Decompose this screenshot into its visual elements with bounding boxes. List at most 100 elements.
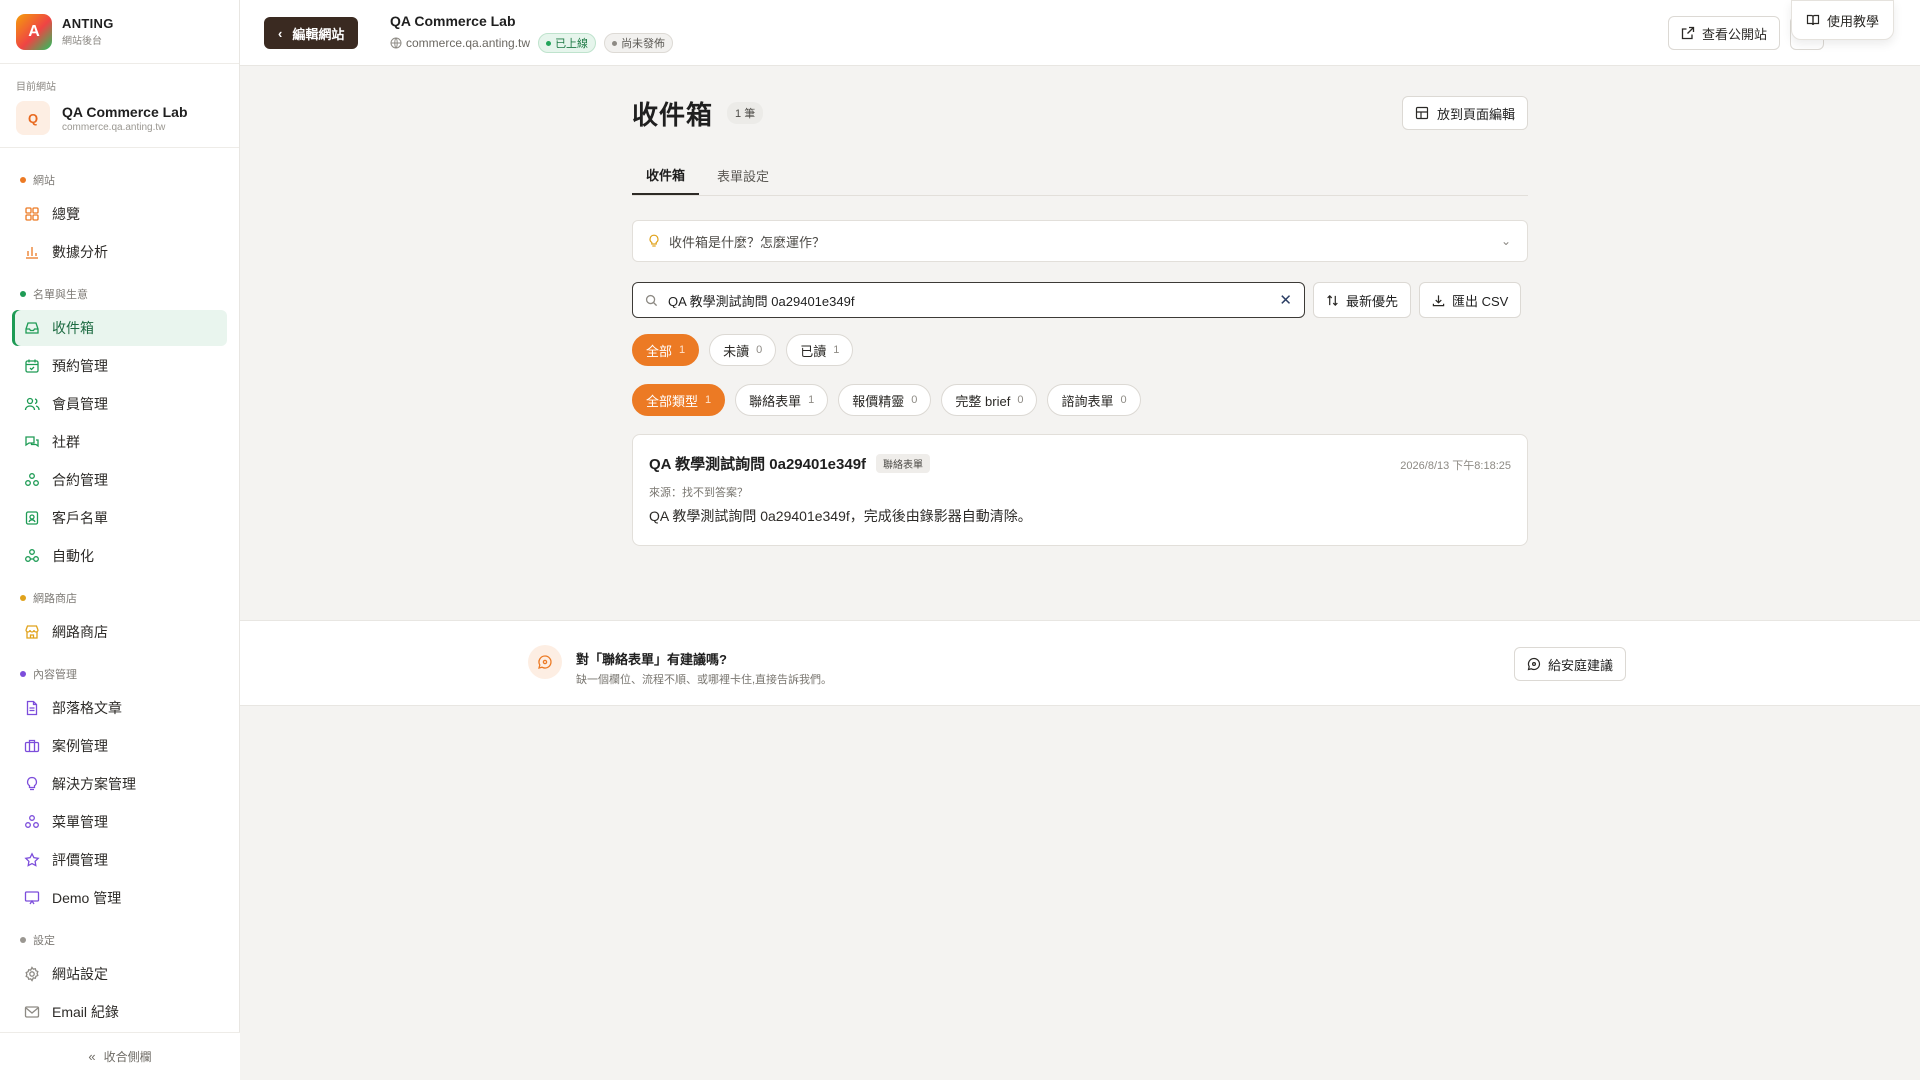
- briefcase-icon: [24, 738, 40, 754]
- filter-chip-unread[interactable]: 未讀 0: [709, 334, 777, 366]
- sidebar-item-label: 網站設定: [52, 966, 108, 982]
- collapse-sidebar-button[interactable]: « 收合側欄: [0, 1032, 240, 1080]
- type-chip-full-brief[interactable]: 完整 brief 0: [941, 384, 1038, 416]
- sidebar-item-label: 會員管理: [52, 396, 108, 412]
- nodes-icon: [24, 472, 40, 488]
- star-icon: [24, 852, 40, 868]
- filter-chip-read[interactable]: 已讀 1: [786, 334, 854, 366]
- current-site-domain: commerce.qa.anting.tw: [62, 121, 166, 133]
- sidebar-item-bookings[interactable]: 預約管理: [12, 348, 227, 384]
- sidebar-item-label: 解決方案管理: [52, 776, 136, 792]
- sidebar-item-blog[interactable]: 部落格文章: [12, 690, 227, 726]
- filter-chip-all[interactable]: 全部 1: [632, 334, 700, 366]
- users-icon: [24, 396, 40, 412]
- status-badge-live: 已上線: [538, 33, 597, 53]
- type-chip-consult-form[interactable]: 諮詢表單 0: [1047, 384, 1141, 416]
- sidebar-item-community[interactable]: 社群: [12, 424, 227, 460]
- export-csv-button[interactable]: 匯出 CSV: [1419, 282, 1522, 318]
- chevron-left-icon: ‹: [278, 25, 283, 41]
- sidebar-item-cases[interactable]: 案例管理: [12, 728, 227, 764]
- sidebar-item-automation[interactable]: 自動化: [12, 538, 227, 574]
- sidebar-item-label: 總覽: [52, 206, 80, 222]
- chat-icon: [24, 434, 40, 450]
- sidebar-item-label: 收件箱: [52, 320, 94, 336]
- search-input[interactable]: [668, 292, 1228, 308]
- external-link-icon: [1681, 26, 1695, 40]
- bar-chart-icon: [24, 244, 40, 260]
- nav-group-leads: 名單與生意: [0, 276, 239, 308]
- brand[interactable]: A ANTING 網站後台: [0, 0, 239, 64]
- current-site-block: 目前網站 Q QA Commerce Lab commerce.qa.antin…: [0, 64, 239, 148]
- feedback-subtitle: 缺一個欄位、流程不順、或哪裡卡住,直接告訴我們。: [576, 674, 833, 686]
- sidebar-item-members[interactable]: 會員管理: [12, 386, 227, 422]
- feedback-chat-icon: [528, 645, 562, 679]
- book-icon: [1806, 14, 1820, 26]
- sidebar-item-label: 自動化: [52, 548, 94, 564]
- brand-name: ANTING: [62, 16, 114, 31]
- send-feedback-button[interactable]: 給安庭建議: [1514, 647, 1627, 681]
- sidebar-item-label: 評價管理: [52, 852, 108, 868]
- sidebar-item-menus[interactable]: 菜單管理: [12, 804, 227, 840]
- message-card[interactable]: QA 教學測試詢問 0a29401e349f 聯絡表單 2026/8/13 下午…: [632, 434, 1528, 546]
- sidebar-nav: 網站 總覽 數據分析 名單與生意 收件箱 預約管理 會員管理 社群 合約管理 客…: [0, 148, 239, 1030]
- contact-icon: [24, 510, 40, 526]
- download-icon: [1432, 294, 1445, 306]
- site-header-domain[interactable]: commerce.qa.anting.tw: [406, 36, 530, 50]
- sidebar-item-label: 菜單管理: [52, 814, 108, 830]
- type-filter-chips: 全部類型 1 聯絡表單 1 報價精靈 0 完整 brief 0 諮詢表單 0: [632, 384, 1528, 416]
- sidebar-item-clients[interactable]: 客戶名單: [12, 500, 227, 536]
- sort-newest-button[interactable]: 最新優先: [1313, 282, 1412, 318]
- sidebar-item-demo[interactable]: Demo 管理: [12, 880, 227, 916]
- place-on-page-button[interactable]: 放到頁面編輯: [1401, 96, 1528, 130]
- sidebar-item-label: 預約管理: [52, 358, 108, 374]
- layout-icon: [1415, 106, 1429, 120]
- sidebar-item-label: 社群: [52, 434, 80, 450]
- type-chip-quote-wizard[interactable]: 報價精靈 0: [838, 384, 932, 416]
- inbox-count-badge: 1 筆: [727, 102, 764, 124]
- view-public-site-button[interactable]: 查看公開站: [1667, 16, 1780, 50]
- sidebar-item-reviews[interactable]: 評價管理: [12, 842, 227, 878]
- sidebar-item-site-settings[interactable]: 網站設定: [12, 956, 227, 992]
- mail-icon: [24, 1004, 40, 1020]
- sidebar-item-solutions[interactable]: 解決方案管理: [12, 766, 227, 802]
- inbox-help-accordion[interactable]: 收件箱是什麼？怎麼運作？ ⌄: [632, 220, 1528, 262]
- store-icon: [24, 624, 40, 640]
- calendar-icon: [24, 358, 40, 374]
- message-title: QA 教學測試詢問 0a29401e349f: [649, 456, 867, 473]
- tutorial-button[interactable]: 使用教學: [1790, 0, 1894, 40]
- automation-icon: [24, 548, 40, 564]
- sidebar-item-inbox[interactable]: 收件箱: [12, 310, 227, 346]
- feedback-title: 對「聯絡表單」有建議嗎?: [576, 652, 727, 667]
- sidebar-item-store[interactable]: 網路商店: [12, 614, 227, 650]
- gear-icon: [24, 966, 40, 982]
- edit-site-button[interactable]: ‹ 編輯網站: [264, 17, 359, 49]
- type-chip-all[interactable]: 全部類型 1: [632, 384, 726, 416]
- menu-nodes-icon: [24, 814, 40, 830]
- current-site-label: 目前網站: [16, 82, 56, 93]
- lightbulb-icon: [24, 776, 40, 792]
- sort-icon: [1327, 294, 1338, 306]
- clear-search-icon[interactable]: ✕: [1279, 291, 1292, 309]
- chevron-down-icon: ⌄: [1500, 234, 1511, 248]
- grid-icon: [24, 206, 40, 222]
- sidebar-item-analytics[interactable]: 數據分析: [12, 234, 227, 270]
- sidebar-item-label: Demo 管理: [52, 890, 122, 906]
- tab-form-settings[interactable]: 表單設定: [703, 156, 783, 195]
- inbox-icon: [24, 320, 40, 336]
- nav-group-settings: 設定: [0, 922, 239, 954]
- status-filter-chips: 全部 1 未讀 0 已讀 1: [632, 334, 1528, 366]
- site-avatar: Q: [16, 101, 50, 135]
- double-chevron-left-icon: «: [88, 1049, 96, 1064]
- type-chip-contact-form[interactable]: 聯絡表單 1: [735, 384, 829, 416]
- brand-subtitle: 網站後台: [62, 36, 102, 47]
- message-circle-icon: [1527, 657, 1541, 671]
- document-icon: [24, 700, 40, 716]
- message-timestamp: 2026/8/13 下午8:18:25: [1400, 460, 1511, 472]
- current-site-selector[interactable]: Q QA Commerce Lab commerce.qa.anting.tw: [16, 101, 223, 135]
- sidebar-item-email-log[interactable]: Email 紀錄: [12, 994, 227, 1030]
- tab-inbox[interactable]: 收件箱: [632, 156, 700, 195]
- sidebar-item-overview[interactable]: 總覽: [12, 196, 227, 232]
- sidebar-item-contracts[interactable]: 合約管理: [12, 462, 227, 498]
- feedback-banner: 對「聯絡表單」有建議嗎? 缺一個欄位、流程不順、或哪裡卡住,直接告訴我們。 給安…: [240, 620, 1920, 706]
- status-badge-unpublished: 尚未發佈: [604, 33, 674, 53]
